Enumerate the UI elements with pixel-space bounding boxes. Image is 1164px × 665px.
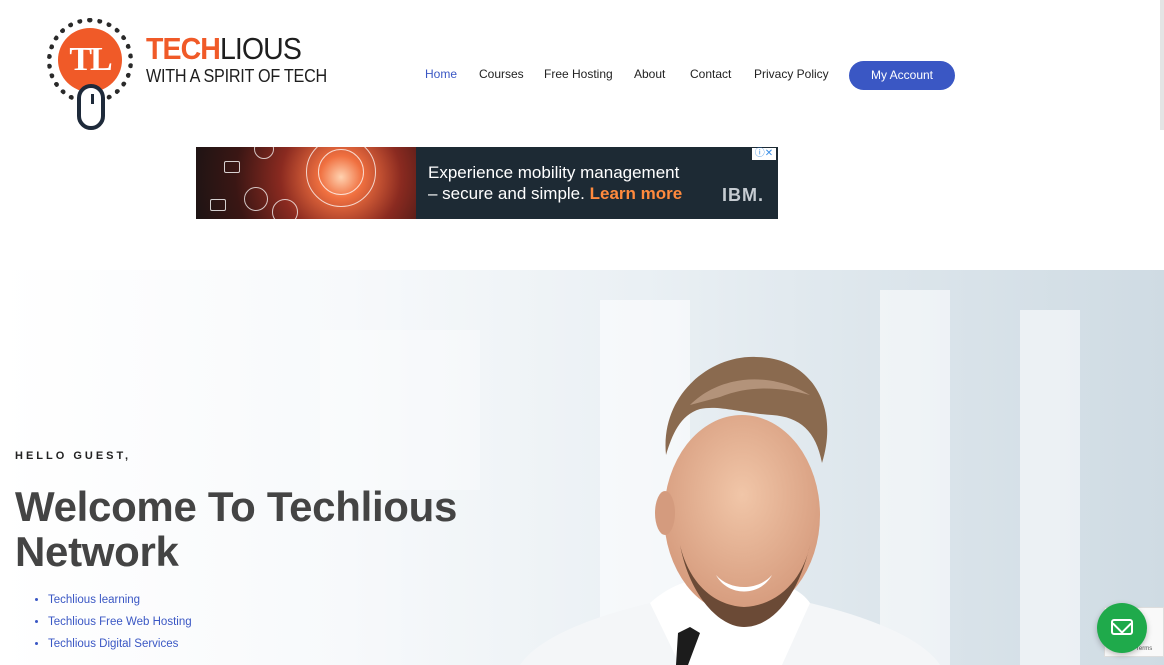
logo-monogram: TL: [58, 28, 122, 92]
link-digital-services[interactable]: Techlious Digital Services: [35, 636, 192, 658]
ad-advertiser-logo: IBM.: [722, 185, 764, 205]
site-logo[interactable]: TL TECHLIOUS WITH A SPIRIT OF TECH: [44, 16, 327, 134]
nav-home[interactable]: Home: [425, 62, 457, 86]
my-account-button[interactable]: My Account: [849, 61, 955, 90]
nav-courses[interactable]: Courses: [479, 62, 524, 86]
hero-link-list: Techlious learning Techlious Free Web Ho…: [35, 592, 192, 658]
ad-banner[interactable]: Experience mobility management – secure …: [196, 147, 778, 219]
logo-wordmark: TECHLIOUS: [146, 31, 302, 66]
nav-about[interactable]: About: [634, 62, 665, 86]
page: TL TECHLIOUS WITH A SPIRIT OF TECH Home …: [0, 0, 1164, 665]
logo-tagline: WITH A SPIRIT OF TECH: [146, 66, 327, 86]
nav-privacy-policy[interactable]: Privacy Policy: [754, 62, 829, 86]
nav-contact[interactable]: Contact: [690, 62, 731, 86]
hero-eyebrow: HELLO GUEST,: [15, 450, 132, 462]
link-techlious-learning[interactable]: Techlious learning: [35, 592, 192, 614]
ad-learn-more[interactable]: Learn more: [590, 184, 683, 203]
hero-person-image: [520, 356, 940, 665]
nav-free-hosting[interactable]: Free Hosting: [544, 62, 613, 86]
link-free-web-hosting[interactable]: Techlious Free Web Hosting: [35, 614, 192, 636]
chat-button[interactable]: [1097, 603, 1147, 653]
envelope-icon: [1111, 619, 1133, 635]
ad-image: [196, 147, 416, 219]
mouse-icon: [77, 84, 105, 130]
adchoices-icon[interactable]: ⓘ✕: [752, 148, 776, 160]
ad-copy: Experience mobility management – secure …: [428, 163, 683, 203]
scrollbar[interactable]: [1160, 0, 1164, 130]
hero-title: Welcome To Techlious Network: [15, 483, 458, 575]
